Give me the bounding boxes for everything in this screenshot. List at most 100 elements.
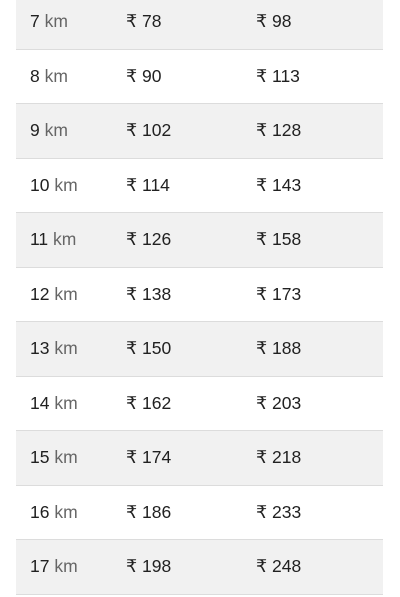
fare-a-cell: ₹ 102 (126, 120, 171, 141)
distance-unit: km (54, 283, 78, 304)
rupee-icon: ₹ (256, 447, 268, 468)
rupee-icon: ₹ (126, 229, 138, 250)
fare-a-value: 78 (142, 11, 162, 32)
distance-value: 12 (30, 283, 50, 304)
fare-b-value: 158 (272, 229, 302, 250)
rupee-icon: ₹ (126, 65, 138, 86)
fare-table: 7 km ₹ 78 ₹ 98 8 km ₹ 90 ₹ 113 9 km ₹ 102 ₹ 128 1… (16, 0, 383, 595)
distance-unit: km (44, 120, 68, 141)
distance-cell: 10 km (30, 175, 78, 196)
table-row: 17 km ₹ 198 ₹ 248 (16, 540, 383, 595)
rupee-icon: ₹ (126, 338, 138, 359)
fare-b-value: 188 (272, 338, 302, 359)
fare-b-cell: ₹ 248 (256, 556, 301, 577)
rupee-icon: ₹ (256, 229, 268, 250)
fare-a-value: 138 (142, 283, 172, 304)
rupee-icon: ₹ (256, 11, 268, 32)
fare-b-cell: ₹ 98 (256, 11, 291, 32)
distance-value: 7 (30, 11, 40, 32)
distance-unit: km (54, 174, 78, 195)
distance-unit: km (53, 229, 77, 250)
distance-unit: km (44, 65, 68, 86)
distance-cell: 14 km (30, 393, 78, 414)
rupee-icon: ₹ (126, 120, 138, 141)
rupee-icon: ₹ (256, 338, 268, 359)
rupee-icon: ₹ (126, 392, 138, 413)
distance-unit: km (54, 338, 78, 359)
fare-b-cell: ₹ 113 (256, 66, 300, 87)
distance-value: 11 (30, 229, 49, 250)
fare-a-cell: ₹ 114 (126, 175, 170, 196)
rupee-icon: ₹ (126, 447, 138, 468)
rupee-icon: ₹ (256, 392, 268, 413)
table-row: 15 km ₹ 174 ₹ 218 (16, 431, 383, 486)
fare-a-value: 114 (142, 174, 170, 195)
fare-a-cell: ₹ 90 (126, 66, 161, 87)
fare-a-value: 150 (142, 338, 172, 359)
fare-a-cell: ₹ 138 (126, 284, 171, 305)
fare-b-value: 233 (272, 501, 302, 522)
fare-a-value: 126 (142, 229, 172, 250)
rupee-icon: ₹ (126, 283, 138, 304)
distance-value: 10 (30, 174, 50, 195)
table-row: 8 km ₹ 90 ₹ 113 (16, 49, 383, 104)
table-row: 12 km ₹ 138 ₹ 173 (16, 267, 383, 322)
rupee-icon: ₹ (256, 174, 268, 195)
distance-unit: km (44, 11, 68, 32)
fare-a-cell: ₹ 174 (126, 447, 171, 468)
fare-a-value: 102 (142, 120, 172, 141)
distance-cell: 15 km (30, 447, 78, 468)
distance-cell: 13 km (30, 338, 78, 359)
distance-value: 13 (30, 338, 50, 359)
fare-b-cell: ₹ 143 (256, 175, 301, 196)
fare-b-cell: ₹ 188 (256, 338, 301, 359)
fare-b-value: 143 (272, 174, 302, 195)
distance-value: 8 (30, 65, 40, 86)
fare-b-value: 98 (272, 11, 292, 32)
distance-cell: 8 km (30, 66, 68, 87)
distance-value: 17 (30, 556, 50, 577)
fare-b-cell: ₹ 203 (256, 393, 301, 414)
distance-value: 16 (30, 501, 50, 522)
distance-unit: km (54, 392, 78, 413)
distance-unit: km (54, 556, 78, 577)
distance-value: 14 (30, 392, 50, 413)
fare-a-cell: ₹ 186 (126, 502, 171, 523)
distance-cell: 7 km (30, 11, 68, 32)
distance-cell: 12 km (30, 284, 78, 305)
table-row: 7 km ₹ 78 ₹ 98 (16, 0, 383, 50)
distance-cell: 17 km (30, 556, 78, 577)
distance-unit: km (54, 501, 78, 522)
fare-a-value: 90 (142, 65, 162, 86)
fare-a-value: 174 (142, 447, 172, 468)
fare-b-cell: ₹ 233 (256, 502, 301, 523)
fare-b-value: 203 (272, 392, 302, 413)
rupee-icon: ₹ (126, 174, 138, 195)
fare-b-value: 248 (272, 556, 302, 577)
rupee-icon: ₹ (256, 556, 268, 577)
rupee-icon: ₹ (256, 120, 268, 141)
fare-b-cell: ₹ 218 (256, 447, 301, 468)
fare-a-cell: ₹ 126 (126, 229, 171, 250)
distance-cell: 16 km (30, 502, 78, 523)
table-row: 10 km ₹ 114 ₹ 143 (16, 158, 383, 213)
fare-a-value: 198 (142, 556, 172, 577)
rupee-icon: ₹ (256, 501, 268, 522)
rupee-icon: ₹ (126, 556, 138, 577)
table-row: 9 km ₹ 102 ₹ 128 (16, 104, 383, 159)
rupee-icon: ₹ (126, 11, 138, 32)
fare-b-cell: ₹ 128 (256, 120, 301, 141)
fare-b-cell: ₹ 173 (256, 284, 301, 305)
distance-unit: km (54, 447, 78, 468)
fare-b-value: 113 (272, 65, 300, 86)
distance-value: 15 (30, 447, 50, 468)
fare-a-cell: ₹ 162 (126, 393, 171, 414)
table-row: 14 km ₹ 162 ₹ 203 (16, 376, 383, 431)
distance-value: 9 (30, 120, 40, 141)
rupee-icon: ₹ (256, 283, 268, 304)
fare-b-value: 218 (272, 447, 302, 468)
fare-a-value: 162 (142, 392, 172, 413)
table-row: 13 km ₹ 150 ₹ 188 (16, 322, 383, 377)
fare-a-cell: ₹ 198 (126, 556, 171, 577)
rupee-icon: ₹ (126, 501, 138, 522)
